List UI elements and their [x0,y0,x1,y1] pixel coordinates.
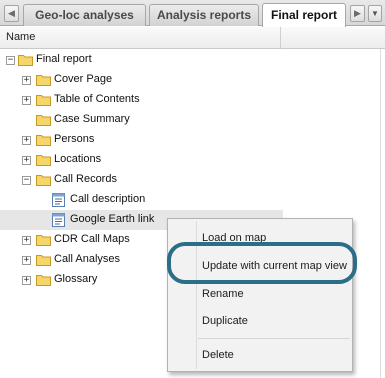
arrow-right-icon[interactable]: ▶ [350,5,365,22]
folder-open-icon [36,175,51,186]
highlight-ring [167,242,357,284]
column-header-name[interactable]: Name [6,31,35,43]
tree-item-label: Call Records [54,173,117,185]
tree-item-label: Cover Page [54,73,113,85]
folder-icon [36,135,51,146]
folder-icon [36,155,51,166]
tree-item-label: Call Analyses [54,253,121,265]
tab-analysis-reports[interactable]: Analysis reports [149,4,259,26]
tree-item-table-of-contents[interactable]: + Table of Contents [0,90,283,110]
expand-icon[interactable]: + [22,256,31,265]
tree-item-label: Call description [70,193,146,205]
menu-item-duplicate[interactable]: Duplicate [202,315,248,327]
menu-item-rename[interactable]: Rename [202,288,244,300]
column-header: Name [0,27,385,49]
menu-item-delete[interactable]: Delete [202,349,234,361]
folder-open-icon [18,55,33,66]
tree-item-cover-page[interactable]: + Cover Page [0,70,283,90]
folder-icon [36,95,51,106]
column-divider[interactable] [280,27,281,49]
folder-icon [36,275,51,286]
tree-item-label: Table of Contents [54,93,140,105]
expand-icon[interactable]: + [22,96,31,105]
expand-icon[interactable]: + [22,236,31,245]
tab-geo-loc-analyses[interactable]: Geo-loc analyses [23,4,146,26]
collapse-icon[interactable]: − [6,56,15,65]
tree-item-call-description[interactable]: Call description [0,190,283,210]
folder-icon [36,255,51,266]
collapse-icon[interactable]: − [22,176,31,185]
folder-icon [36,115,51,126]
folder-icon [36,235,51,246]
report-document-icon [52,213,65,227]
tree-item-label: Google Earth link [70,213,155,225]
arrow-left-icon[interactable]: ◀ [4,5,19,22]
expand-icon[interactable]: + [22,276,31,285]
tree-item-label: Glossary [54,273,98,285]
menu-separator [198,338,350,339]
tree-item-persons[interactable]: + Persons [0,130,283,150]
tree-root[interactable]: − Final report [0,50,283,70]
tree-item-label: Case Summary [54,113,130,125]
tree-item-label: Persons [54,133,95,145]
tree-item-case-summary[interactable]: Case Summary [0,110,283,130]
tree-root-label: Final report [36,53,92,65]
tab-final-report[interactable]: Final report [262,3,346,27]
folder-icon [36,75,51,86]
chevron-down-icon[interactable]: ▼ [368,5,382,22]
expand-icon[interactable]: + [22,136,31,145]
tab-strip: ◀ Geo-loc analyses Analysis reports Fina… [0,0,385,27]
tree-item-call-records[interactable]: − Call Records [0,170,283,190]
expand-icon[interactable]: + [22,76,31,85]
tree-item-label: CDR Call Maps [54,233,130,245]
report-document-icon [52,193,65,207]
tree-item-locations[interactable]: + Locations [0,150,283,170]
tree-item-label: Locations [54,153,102,165]
expand-icon[interactable]: + [22,156,31,165]
